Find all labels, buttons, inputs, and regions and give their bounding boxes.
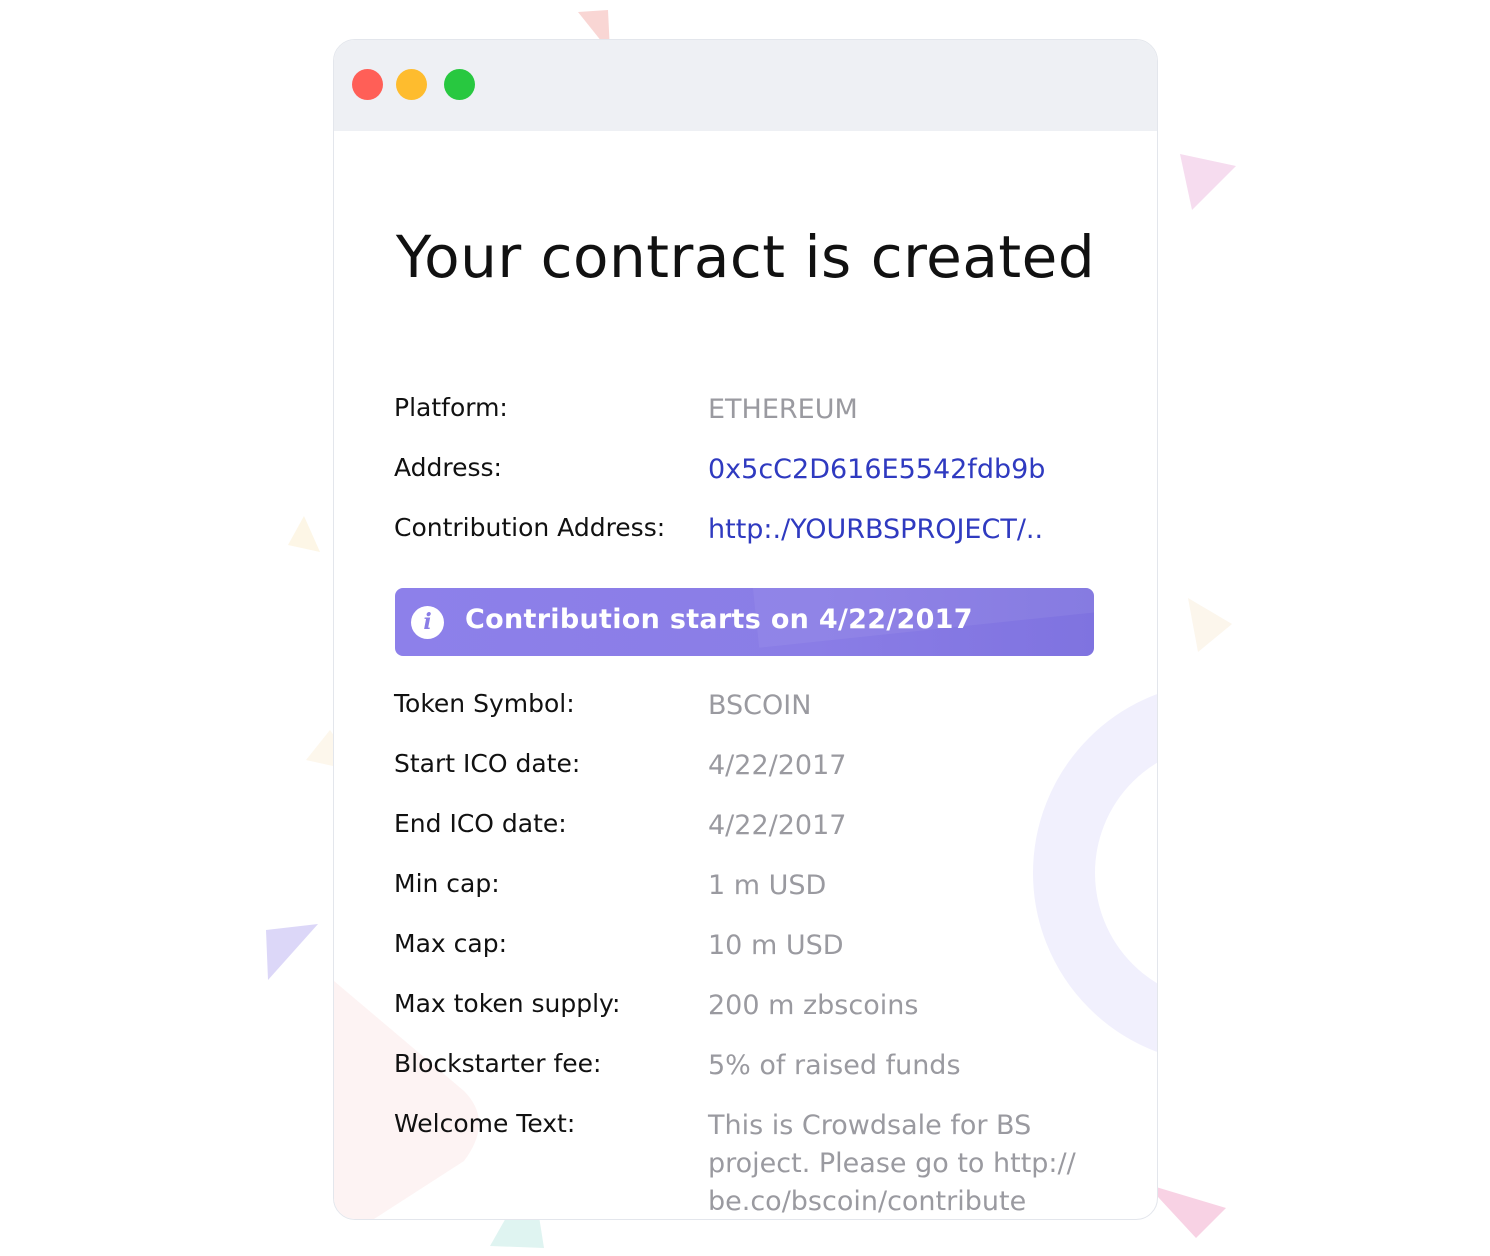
contribution-address-label: Contribution Address: <box>394 513 666 542</box>
max-token-supply-label: Max token supply: <box>394 989 621 1018</box>
contribution-address-link[interactable]: http:./YOURBSPROJECT/.. <box>708 511 1108 549</box>
end-ico-date-label: End ICO date: <box>394 809 567 838</box>
detail-row-contribution-address: Contribution Address: http:./YOURBSPROJE… <box>394 513 1117 553</box>
blockstarter-fee-label: Blockstarter fee: <box>394 1049 602 1078</box>
max-cap-label: Max cap: <box>394 929 507 958</box>
token-symbol-label: Token Symbol: <box>394 689 575 718</box>
start-ico-date-label: Start ICO date: <box>394 749 581 778</box>
window-titlebar <box>334 40 1157 131</box>
platform-value: ETHEREUM <box>708 394 858 425</box>
blockstarter-fee-value: 5% of raised funds <box>708 1050 961 1081</box>
banner-text: Contribution starts on 4/22/2017 <box>465 604 973 635</box>
app-window: Your contract is created Platform: ETHER… <box>333 39 1158 1220</box>
welcome-text-value: This is Crowdsale for BS project. Please… <box>708 1110 1076 1217</box>
contract-summary: Your contract is created Platform: ETHER… <box>334 131 1157 1219</box>
maximize-window-button[interactable] <box>444 69 475 100</box>
token-symbol-value: BSCOIN <box>708 690 812 721</box>
start-ico-date-value: 4/22/2017 <box>708 750 847 781</box>
close-window-button[interactable] <box>352 69 383 100</box>
min-cap-label: Min cap: <box>394 869 500 898</box>
page-title: Your contract is created <box>395 223 1096 291</box>
contribution-start-banner: i Contribution starts on 4/22/2017 <box>395 588 1094 656</box>
detail-row-token-symbol: Token Symbol: BSCOIN <box>394 689 1117 729</box>
welcome-text-label: Welcome Text: <box>394 1109 576 1138</box>
detail-row-welcome-text: Welcome Text: This is Crowdsale for BS p… <box>394 1109 1117 1217</box>
detail-row-address: Address: 0x5cC2D616E5542fdb9b <box>394 453 1117 493</box>
max-token-supply-value: 200 m zbscoins <box>708 990 919 1021</box>
detail-row-end-ico-date: End ICO date: 4/22/2017 <box>394 809 1117 849</box>
detail-row-start-ico-date: Start ICO date: 4/22/2017 <box>394 749 1117 789</box>
address-label: Address: <box>394 453 502 482</box>
minimize-window-button[interactable] <box>396 69 427 100</box>
platform-label: Platform: <box>394 393 508 422</box>
detail-row-max-cap: Max cap: 10 m USD <box>394 929 1117 969</box>
min-cap-value: 1 m USD <box>708 870 827 901</box>
detail-row-platform: Platform: ETHEREUM <box>394 393 1117 433</box>
detail-row-min-cap: Min cap: 1 m USD <box>394 869 1117 909</box>
detail-row-blockstarter-fee: Blockstarter fee: 5% of raised funds <box>394 1049 1117 1089</box>
detail-row-max-token-supply: Max token supply: 200 m zbscoins <box>394 989 1117 1029</box>
max-cap-value: 10 m USD <box>708 930 844 961</box>
end-ico-date-value: 4/22/2017 <box>708 810 847 841</box>
info-icon: i <box>411 606 444 639</box>
address-link[interactable]: 0x5cC2D616E5542fdb9b <box>708 451 1108 489</box>
